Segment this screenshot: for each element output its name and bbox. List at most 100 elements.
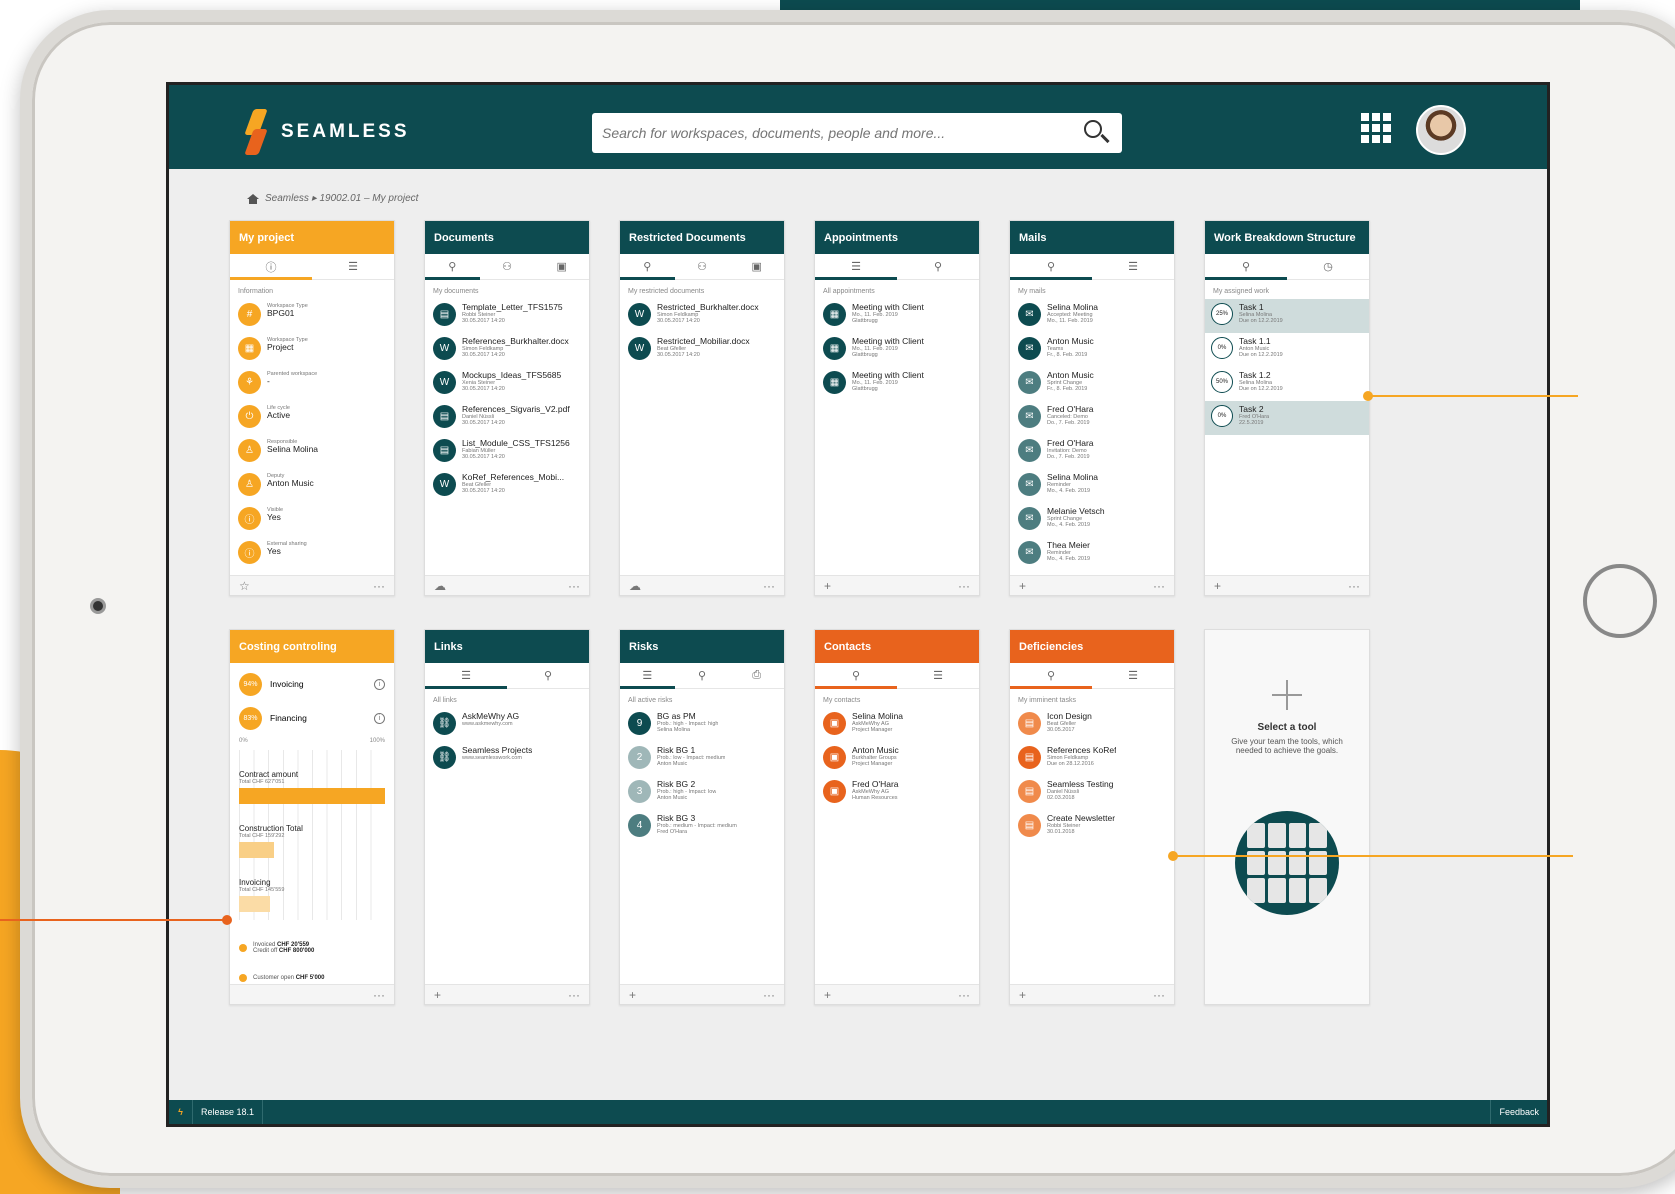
card-title[interactable]: Costing controling [230, 630, 394, 663]
tablet-home-button[interactable] [1583, 564, 1657, 638]
list-item[interactable]: ▤ References KoRef Simon Feldkamp Due on 28… [1010, 742, 1174, 776]
add-icon[interactable]: + [1214, 579, 1221, 593]
app-launcher-icon[interactable] [1361, 113, 1391, 143]
info-icon[interactable]: i [374, 712, 385, 724]
feedback-link[interactable]: Feedback [1490, 1100, 1547, 1124]
search-box[interactable] [592, 113, 1122, 153]
list-item[interactable]: ▣ Fred O'Hara AskMeWhy AG Human Resources [815, 776, 979, 810]
tab-person[interactable]: ⚲ [815, 663, 897, 689]
list-item[interactable]: W Restricted_Burkhalter.docx Simon Feldkam… [620, 299, 784, 333]
more-icon[interactable]: ··· [568, 988, 580, 1002]
tab-list[interactable]: ☰ [620, 663, 675, 689]
tab-person[interactable]: ⚲ [620, 254, 675, 280]
tab-list[interactable]: ☰ [1092, 663, 1174, 688]
cost-row[interactable]: 94% Invoicing i [230, 667, 394, 701]
tab-person[interactable]: ⚲ [1010, 663, 1092, 689]
tab-list[interactable]: ☰ [425, 663, 507, 689]
info-icon[interactable]: i [374, 678, 385, 690]
tab-info[interactable]: ⓘ [230, 254, 312, 280]
add-tool-icon[interactable] [1272, 680, 1302, 710]
more-icon[interactable]: ··· [1153, 579, 1165, 593]
card-title[interactable]: Links [425, 630, 589, 663]
card-title[interactable]: Documents [425, 221, 589, 254]
card-title[interactable]: Work Breakdown Structure [1205, 221, 1369, 254]
seamless-small-icon[interactable]: ϟ [169, 1100, 193, 1124]
list-item[interactable]: 4 Risk BG 3 Prob.: medium - Impact: medium… [620, 810, 784, 844]
tab-group[interactable]: ⚇ [480, 254, 535, 279]
list-item[interactable]: ✉ Fred O'Hara Invitation: Demo Do., 7. Feb.… [1010, 435, 1174, 469]
add-icon[interactable]: + [824, 988, 831, 1002]
tab-office[interactable]: ▣ [729, 254, 784, 279]
list-item[interactable]: 3 Risk BG 2 Prob.: high - Impact: low Anton… [620, 776, 784, 810]
list-item[interactable]: ▤ References_Sigvaris_V2.pdf Daniel Nüssli… [425, 401, 589, 435]
tab-person[interactable]: ⚲ [507, 663, 589, 688]
more-icon[interactable]: ··· [958, 579, 970, 593]
add-icon[interactable]: + [434, 988, 441, 1002]
more-icon[interactable]: ··· [1153, 988, 1165, 1002]
list-item[interactable]: W Restricted_Mobiliar.docx Beat Gfeller 30.… [620, 333, 784, 367]
tab-search-doc[interactable]: ⎙ [729, 663, 784, 688]
card-title[interactable]: Mails [1010, 221, 1174, 254]
list-item[interactable]: ✉ Thea Meier Reminder Mo., 4. Feb. 2019 [1010, 537, 1174, 571]
list-item[interactable]: ▤ Icon Design Beat Gfeller 30.05.2017 [1010, 708, 1174, 742]
list-item[interactable]: ✉ Selina Molina Reminder Mo., 4. Feb. 2019 [1010, 469, 1174, 503]
more-icon[interactable]: ··· [763, 579, 775, 593]
more-icon[interactable]: ··· [958, 988, 970, 1002]
list-item[interactable]: 2 Risk BG 1 Prob.: low - Impact: medium Ant… [620, 742, 784, 776]
list-item[interactable]: ✉ Anton Music Teams Fr., 8. Feb. 2019 [1010, 333, 1174, 367]
list-item[interactable]: ⛓ Seamless Projects www.seamlesswork.com [425, 742, 589, 776]
more-icon[interactable]: ··· [568, 579, 580, 593]
list-item[interactable]: W Mockups_Ideas_TFS5685 Xenia Steiner 30.05… [425, 367, 589, 401]
wbs-item[interactable]: 50% Task 1.2 Selina Molina Due on 12.2.2019 [1205, 367, 1369, 401]
add-icon[interactable]: + [824, 579, 831, 593]
tab-list[interactable]: ☰ [1092, 254, 1174, 279]
card-select-tool[interactable]: Select a tool Give your team the tools, … [1204, 629, 1370, 1005]
add-icon[interactable]: + [1019, 579, 1026, 593]
list-item[interactable]: ✉ Selina Molina Accepted: Meeting Mo., 11. … [1010, 299, 1174, 333]
wbs-item[interactable]: 0% Task 2 Fred O'Hara 22.5.2019 [1205, 401, 1369, 435]
tab-group[interactable]: ⚇ [675, 254, 730, 279]
list-item[interactable]: ✉ Fred O'Hara Canceled: Demo Do., 7. Feb. 2… [1010, 401, 1174, 435]
cloud-icon[interactable]: ☁ [434, 579, 446, 593]
card-title[interactable]: Restricted Documents [620, 221, 784, 254]
list-item[interactable]: ▤ Create Newsletter Robbi Steiner 30.01.201… [1010, 810, 1174, 844]
list-item[interactable]: ▦ Meeting with Client Mo., 11. Feb. 2019 Gl… [815, 333, 979, 367]
wbs-item[interactable]: 25% Task 1 Selina Molina Due on 12.2.2019 [1205, 299, 1369, 333]
cost-row[interactable]: 83% Financing i [230, 701, 394, 735]
tab-list[interactable]: ☰ [897, 663, 979, 688]
tab-list[interactable]: ☰ [312, 254, 394, 279]
more-icon[interactable]: ··· [1348, 579, 1360, 593]
list-item[interactable]: ▤ Seamless Testing Daniel Nüssli 02.03.2018 [1010, 776, 1174, 810]
search-input[interactable] [602, 125, 1082, 141]
list-item[interactable]: ✉ Melanie Vetsch Sprint Change Mo., 4. Feb.… [1010, 503, 1174, 537]
list-item[interactable]: ▣ Anton Music Burkhalter Groups Project Man… [815, 742, 979, 776]
list-item[interactable]: ▦ Meeting with Client Mo., 11. Feb. 2019 Gl… [815, 299, 979, 333]
list-item[interactable]: W KoRef_References_Mobi... Beat Gfeller 30.… [425, 469, 589, 503]
tab-office[interactable]: ▣ [534, 254, 589, 279]
tab-person[interactable]: ⚲ [1205, 254, 1287, 280]
card-title[interactable]: Risks [620, 630, 784, 663]
breadcrumb-text[interactable]: Seamless ▸ 19002.01 – My project [265, 193, 418, 204]
more-icon[interactable]: ··· [763, 988, 775, 1002]
tab-list[interactable]: ☰ [815, 254, 897, 280]
wbs-item[interactable]: 0% Task 1.1 Anton Music Due on 12.2.2019 [1205, 333, 1369, 367]
card-title[interactable]: Deficiencies [1010, 630, 1174, 663]
list-item[interactable]: W References_Burkhalter.docx Simon Feldkam… [425, 333, 589, 367]
card-title[interactable]: Contacts [815, 630, 979, 663]
cloud-icon[interactable]: ☁ [629, 579, 641, 593]
star-icon[interactable]: ☆ [239, 579, 250, 593]
tab-person[interactable]: ⚲ [675, 663, 730, 688]
tab-person[interactable]: ⚲ [1010, 254, 1092, 280]
card-title[interactable]: My project [230, 221, 394, 254]
list-item[interactable]: ▣ Selina Molina AskMeWhy AG Project Manager [815, 708, 979, 742]
list-item[interactable]: ⛓ AskMeWhy AG www.askmewhy.com [425, 708, 589, 742]
tab-person[interactable]: ⚲ [425, 254, 480, 280]
home-icon[interactable] [247, 193, 259, 204]
card-title[interactable]: Appointments [815, 221, 979, 254]
add-icon[interactable]: + [629, 988, 636, 1002]
add-icon[interactable]: + [1019, 988, 1026, 1002]
list-item[interactable]: ▤ List_Module_CSS_TFS1256 Fabian Müller 30.… [425, 435, 589, 469]
more-icon[interactable]: ··· [373, 579, 385, 593]
list-item[interactable]: ▦ Meeting with Client Mo., 11. Feb. 2019 Gl… [815, 367, 979, 401]
list-item[interactable]: 9 BG as PM Prob.: high - Impact: high Selin… [620, 708, 784, 742]
